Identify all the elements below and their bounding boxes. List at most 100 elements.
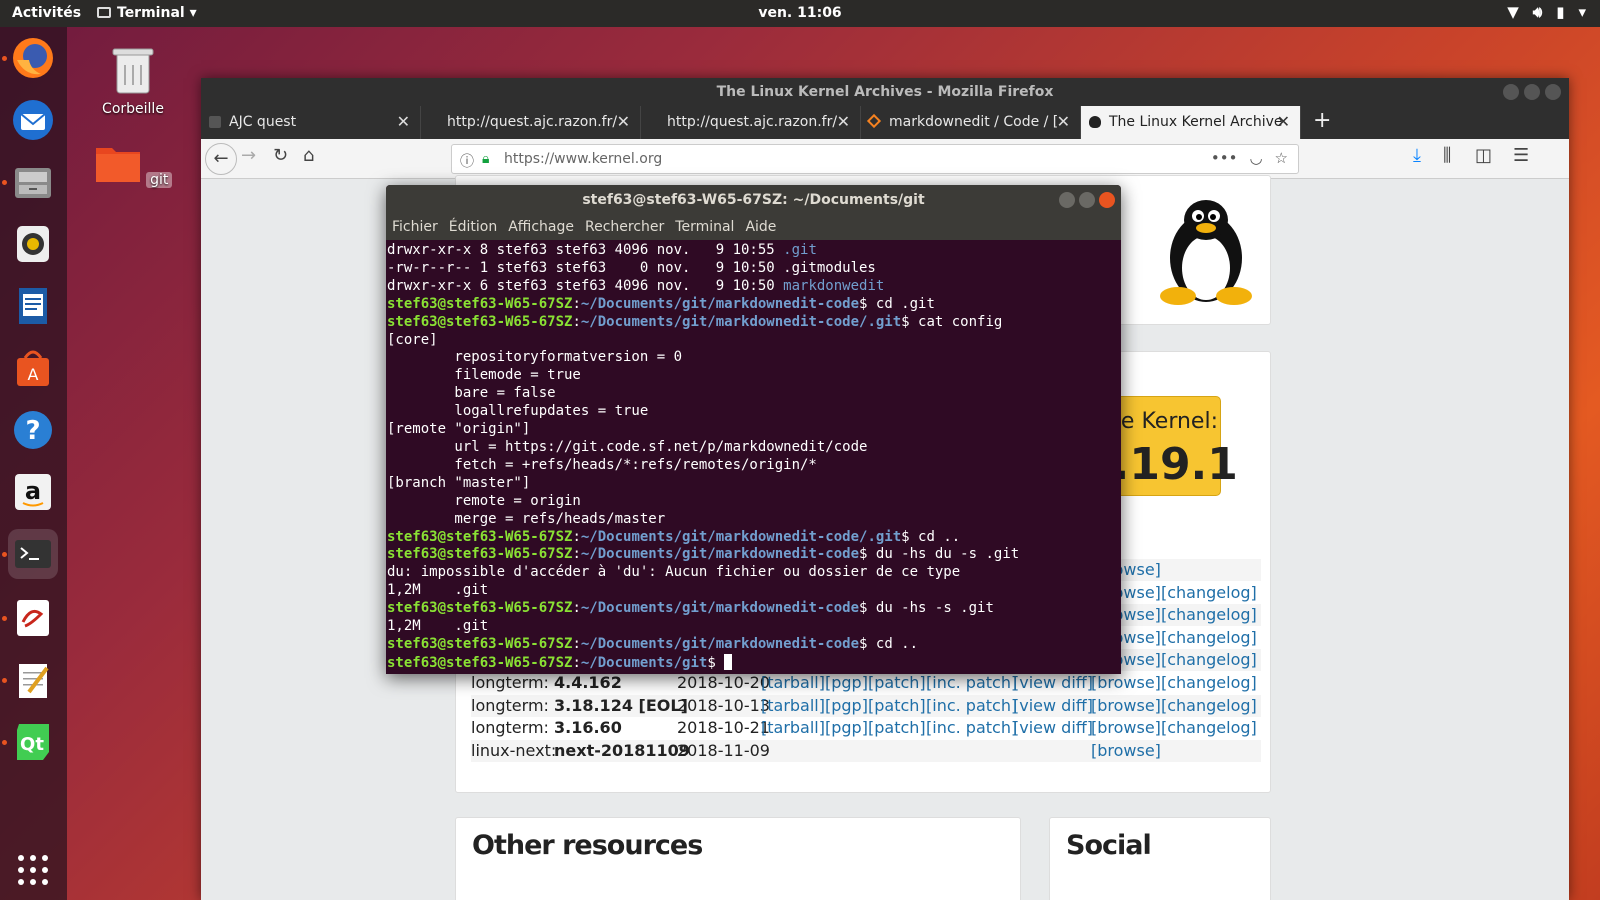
release-link[interactable]: [patch] bbox=[868, 718, 926, 737]
running-indicator bbox=[2, 740, 7, 745]
info-icon[interactable]: ⓘ bbox=[460, 151, 474, 171]
clock[interactable]: ven. 11:06 bbox=[0, 5, 1600, 21]
thunderbird-icon bbox=[13, 100, 53, 140]
dock-help[interactable]: ? bbox=[8, 405, 58, 455]
close-tab-icon[interactable]: ✕ bbox=[1057, 112, 1070, 131]
minimize-button[interactable] bbox=[1503, 84, 1519, 100]
release-link[interactable]: [browse] bbox=[1091, 718, 1161, 737]
close-tab-icon[interactable]: ✕ bbox=[1277, 112, 1290, 131]
close-button[interactable] bbox=[1099, 192, 1115, 208]
downloads-icon[interactable]: ⤓ bbox=[1413, 145, 1421, 166]
tab-markdownedit[interactable]: markdownedit / Code / [✕ bbox=[861, 106, 1081, 139]
home-icon[interactable]: ⌂ bbox=[303, 145, 314, 166]
release-link[interactable]: [view diff] bbox=[1013, 673, 1093, 692]
maximize-button[interactable] bbox=[1079, 192, 1095, 208]
release-link[interactable]: [changelog] bbox=[1161, 628, 1257, 647]
release-cell: 4.4.162 bbox=[554, 673, 622, 692]
dock-document-viewer[interactable] bbox=[8, 593, 58, 643]
show-applications-button[interactable] bbox=[8, 845, 58, 895]
pocket-icon[interactable]: ◡ bbox=[1249, 149, 1262, 167]
release-link[interactable]: [changelog] bbox=[1161, 583, 1257, 602]
dock-text-editor[interactable] bbox=[8, 655, 58, 705]
dock-amazon[interactable]: a bbox=[8, 467, 58, 517]
maximize-button[interactable] bbox=[1524, 84, 1540, 100]
release-link[interactable]: [inc. patch] bbox=[926, 696, 1017, 715]
forward-icon[interactable]: → bbox=[241, 145, 256, 166]
terminal-line: stef63@stef63-W65-67SZ:~/Documents/git$ bbox=[387, 653, 1120, 673]
menu-affichage[interactable]: Affichage bbox=[508, 219, 574, 237]
minimize-button[interactable] bbox=[1059, 192, 1075, 208]
dock-writer[interactable] bbox=[8, 281, 58, 331]
release-link[interactable]: [inc. patch] bbox=[926, 673, 1017, 692]
back-icon[interactable]: ← bbox=[205, 143, 237, 175]
dock-thunderbird[interactable] bbox=[8, 95, 58, 145]
tab-quest-2[interactable]: http://quest.ajc.razon.fr/✕ bbox=[641, 106, 861, 139]
release-link[interactable]: [changelog] bbox=[1161, 718, 1257, 737]
release-link[interactable]: [tarball] bbox=[761, 718, 825, 737]
tab-kernel-archives[interactable]: The Linux Kernel Archive ✕ bbox=[1081, 106, 1301, 139]
window-controls bbox=[1059, 192, 1115, 208]
release-link[interactable]: [tarball] bbox=[761, 696, 825, 715]
menu-rechercher[interactable]: Rechercher bbox=[585, 219, 664, 237]
dock-firefox[interactable] bbox=[8, 33, 58, 83]
output-text: drwxr-xr-x 6 stef63 stef63 4096 nov. 9 1… bbox=[387, 277, 784, 294]
release-link[interactable]: [inc. patch] bbox=[926, 718, 1017, 737]
terminal-line: logallrefupdates = true bbox=[387, 403, 1120, 421]
release-link[interactable]: [tarball] bbox=[761, 673, 825, 692]
url-bar[interactable]: ⓘ 🔒︎ https://www.kernel.org ••• ◡ ☆ bbox=[451, 144, 1299, 174]
release-link[interactable]: [view diff] bbox=[1013, 696, 1093, 715]
close-tab-icon[interactable]: ✕ bbox=[837, 112, 850, 131]
new-tab-button[interactable]: + bbox=[1301, 106, 1343, 139]
running-indicator bbox=[2, 678, 7, 683]
release-link[interactable]: [pgp] bbox=[825, 696, 868, 715]
close-button[interactable] bbox=[1545, 84, 1561, 100]
release-link[interactable]: [changelog] bbox=[1161, 650, 1257, 669]
wifi-icon[interactable]: ▼ bbox=[1507, 3, 1519, 21]
dock-qt-creator[interactable]: Qt bbox=[8, 717, 58, 767]
release-link[interactable]: [pgp] bbox=[825, 718, 868, 737]
terminal-titlebar[interactable]: stef63@stef63-W65-67SZ: ~/Documents/git bbox=[386, 185, 1121, 216]
release-link[interactable]: [changelog] bbox=[1161, 673, 1257, 692]
release-link[interactable]: [browse] bbox=[1091, 741, 1161, 760]
dock-files[interactable] bbox=[8, 157, 58, 207]
desktop-git-folder[interactable]: git bbox=[88, 142, 178, 188]
firefox-titlebar[interactable]: The Linux Kernel Archives - Mozilla Fire… bbox=[201, 78, 1569, 106]
system-tray[interactable]: ▼ 🔊︎ ▮ ▾ bbox=[1507, 3, 1586, 21]
dock-terminal[interactable] bbox=[8, 529, 58, 579]
output-text: drwxr-xr-x 8 stef63 stef63 4096 nov. 9 1… bbox=[387, 242, 784, 258]
tab-ajc-quest[interactable]: AJC quest ✕ bbox=[201, 106, 421, 139]
sidebar-icon[interactable]: ◫ bbox=[1475, 145, 1492, 166]
terminal-line: 1,2M .git bbox=[387, 618, 1120, 636]
battery-icon[interactable]: ▮ bbox=[1556, 3, 1564, 21]
close-tab-icon[interactable]: ✕ bbox=[397, 112, 410, 131]
menu-fichier[interactable]: Fichier bbox=[392, 219, 438, 237]
page-actions-icon[interactable]: ••• bbox=[1211, 149, 1238, 167]
release-link[interactable]: [changelog] bbox=[1161, 605, 1257, 624]
chevron-down-icon[interactable]: ▾ bbox=[1578, 3, 1586, 21]
output-text: merge = refs/heads/master bbox=[387, 510, 666, 527]
volume-icon[interactable]: 🔊︎ bbox=[1533, 3, 1542, 21]
release-link[interactable]: [browse] bbox=[1091, 696, 1161, 715]
reload-icon[interactable]: ↻ bbox=[273, 145, 288, 166]
prompt-user: stef63@stef63-W65-67SZ bbox=[387, 654, 573, 671]
menu-aide[interactable]: Aide bbox=[745, 219, 776, 237]
tab-quest-1[interactable]: http://quest.ajc.razon.fr/✕ bbox=[421, 106, 641, 139]
menu-terminal[interactable]: Terminal bbox=[675, 219, 734, 237]
library-icon[interactable]: ⫼ bbox=[1443, 145, 1451, 166]
release-link[interactable]: [view diff] bbox=[1013, 718, 1093, 737]
close-tab-icon[interactable]: ✕ bbox=[617, 112, 630, 131]
top-bar: Activités Terminal ▾ ven. 11:06 ▼ 🔊︎ ▮ ▾ bbox=[0, 0, 1600, 27]
desktop-trash[interactable]: Corbeille bbox=[88, 45, 178, 117]
release-link[interactable]: [patch] bbox=[868, 696, 926, 715]
dock-rhythmbox[interactable] bbox=[8, 219, 58, 269]
release-link[interactable]: [pgp] bbox=[825, 673, 868, 692]
terminal-output[interactable]: drwxr-xr-x 8 stef63 stef63 4096 nov. 9 1… bbox=[386, 240, 1121, 674]
bookmark-star-icon[interactable]: ☆ bbox=[1275, 149, 1288, 167]
menu-icon[interactable]: ☰ bbox=[1513, 145, 1529, 166]
menu-edition[interactable]: Édition bbox=[449, 219, 497, 237]
dock-ubuntu-software[interactable]: A bbox=[8, 343, 58, 393]
release-link[interactable]: [patch] bbox=[868, 673, 926, 692]
release-link[interactable]: [changelog] bbox=[1161, 696, 1257, 715]
release-link[interactable]: [browse] bbox=[1091, 673, 1161, 692]
tab-strip: AJC quest ✕ http://quest.ajc.razon.fr/✕ h… bbox=[201, 106, 1569, 139]
